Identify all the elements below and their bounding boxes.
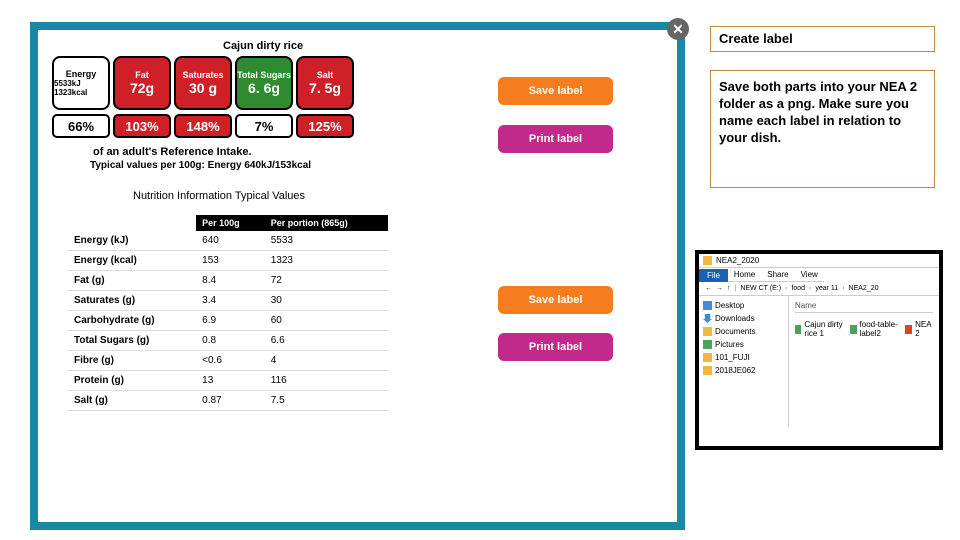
traffic-light-sugars: Total Sugars 6. 6g [235, 56, 293, 110]
nav-item[interactable]: 101_FUJI [703, 351, 784, 364]
tl-label: Energy [66, 70, 97, 79]
percentage-row: 66% 103% 148% 7% 125% [52, 114, 354, 138]
table-row: Saturates (g)3.430 [68, 291, 388, 311]
th-per100: Per 100g [196, 215, 265, 231]
explorer-titlebar: NEA2_2020 [699, 254, 939, 268]
pct-energy: 66% [52, 114, 110, 138]
tl-value: 30 g [189, 80, 217, 96]
fwd-icon[interactable]: → [716, 285, 723, 292]
folder-icon [703, 327, 712, 336]
traffic-light-saturates: Saturates 30 g [174, 56, 232, 110]
pct-sugars: 7% [235, 114, 293, 138]
traffic-light-energy: Energy 5533kJ 1323kcal [52, 56, 110, 110]
nav-item[interactable]: Pictures [703, 338, 784, 351]
table-row: Salt (g)0.877.5 [68, 391, 388, 411]
tl-label: Saturates [182, 71, 223, 80]
table-row: Fat (g)8.472 [68, 271, 388, 291]
tl-label: Fat [135, 71, 149, 80]
crumb-seg[interactable]: year 11 [815, 285, 838, 292]
save-label-button[interactable]: Save label [498, 77, 613, 105]
crumb-seg[interactable]: NEW CT (E:) [740, 285, 781, 292]
nav-item[interactable]: Documents [703, 325, 784, 338]
file-explorer: NEA2_2020 File Home Share View ← → ↑ | N… [695, 250, 943, 450]
folder-icon [703, 353, 712, 362]
file-item[interactable]: Cajun dirty rice 1 [795, 318, 847, 340]
folder-icon [703, 366, 712, 375]
png-icon [795, 325, 801, 334]
file-item[interactable]: NEA 2 [905, 318, 933, 340]
traffic-light-salt: Salt 7. 5g [296, 56, 354, 110]
back-icon[interactable]: ← [705, 285, 712, 292]
nav-item[interactable]: Downloads [703, 312, 784, 325]
tl-label: Salt [317, 71, 334, 80]
tl-value: 6. 6g [248, 80, 280, 96]
print-label-button[interactable]: Print label [498, 125, 613, 153]
tl-value: 5533kJ 1323kcal [54, 79, 108, 97]
traffic-light-row: Energy 5533kJ 1323kcal Fat 72g Saturates… [52, 56, 354, 110]
green-icon [703, 340, 712, 349]
reference-intake-text: of an adult's Reference Intake. [93, 146, 252, 158]
ribbon: Home Share View [728, 268, 824, 282]
th-perportion: Per portion (865g) [265, 215, 388, 231]
table-row: Fibre (g)<0.64 [68, 351, 388, 371]
ribbon-share[interactable]: Share [767, 270, 788, 279]
folder-icon [703, 256, 712, 265]
png-icon [850, 325, 856, 334]
ribbon-view[interactable]: View [801, 270, 818, 279]
tl-label: Total Sugars [237, 71, 291, 80]
nutrition-table: Per 100g Per portion (865g) Energy (kJ)6… [68, 215, 388, 411]
pct-salt: 125% [296, 114, 354, 138]
file-list: Name Cajun dirty rice 1food-table-label2… [789, 296, 939, 426]
table-row: Energy (kcal)1531323 [68, 251, 388, 271]
file-item[interactable]: food-table-label2 [850, 318, 902, 340]
table-row: Total Sugars (g)0.86.6 [68, 331, 388, 351]
tl-value: 7. 5g [309, 80, 341, 96]
explorer-title: NEA2_2020 [716, 256, 759, 265]
nutrition-app-panel: ✕ Cajun dirty rice Energy 5533kJ 1323kca… [30, 22, 685, 530]
print-label-button-2[interactable]: Print label [498, 333, 613, 361]
down-icon [703, 314, 712, 323]
blue-icon [703, 301, 712, 310]
table-row: Protein (g)13116 [68, 371, 388, 391]
up-icon[interactable]: ↑ [727, 285, 731, 292]
table-row: Energy (kJ)6405533 [68, 231, 388, 251]
th-blank [68, 215, 196, 231]
crumb-seg[interactable]: NEA2_20 [849, 285, 879, 292]
nav-pane: DesktopDownloadsDocumentsPictures101_FUJ… [699, 296, 789, 426]
breadcrumb[interactable]: ← → ↑ | NEW CT (E:)› food› year 11› NEA2… [699, 282, 939, 296]
dish-title: Cajun dirty rice [223, 40, 303, 52]
ribbon-home[interactable]: Home [734, 270, 755, 279]
table-row: Carbohydrate (g)6.960 [68, 311, 388, 331]
nav-item[interactable]: 2018JE062 [703, 364, 784, 377]
file-tab[interactable]: File [699, 269, 728, 282]
typical-values-text: Typical values per 100g: Energy 640kJ/15… [90, 160, 311, 171]
list-header-name[interactable]: Name [795, 299, 933, 313]
close-icon[interactable]: ✕ [667, 18, 689, 40]
crumb-seg[interactable]: food [791, 285, 805, 292]
tl-value: 72g [130, 80, 154, 96]
pct-fat: 103% [113, 114, 171, 138]
save-label-button-2[interactable]: Save label [498, 286, 613, 314]
nutrition-table-title: Nutrition Information Typical Values [133, 190, 305, 202]
nav-item[interactable]: Desktop [703, 299, 784, 312]
traffic-light-fat: Fat 72g [113, 56, 171, 110]
pct-saturates: 148% [174, 114, 232, 138]
ppt-icon [905, 325, 912, 334]
instruction-body-box: Save both parts into your NEA 2 folder a… [710, 70, 935, 188]
instruction-title-box: Create label [710, 26, 935, 52]
